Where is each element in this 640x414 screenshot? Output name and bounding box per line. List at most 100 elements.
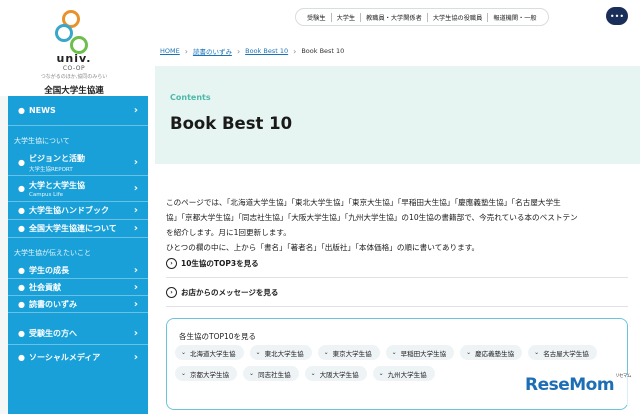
top3-link-label: 10生協のTOP3を見る xyxy=(181,259,259,268)
breadcrumb-home[interactable]: HOME xyxy=(160,47,180,55)
watermark-kana: リセマム xyxy=(615,374,632,379)
coop-tag[interactable]: ⌄ 同志社生協 xyxy=(243,366,299,381)
message-link[interactable]: › お店からのメッセージを見る xyxy=(166,287,278,298)
side-nav: ● NEWS › 大学生協について ● ビジョンと活動 大学生協REPORT ›… xyxy=(8,96,148,414)
watermark-text: ReseMom xyxy=(525,375,615,395)
coop-tag-label: 早稲田大学生協 xyxy=(400,349,447,358)
message-link-label: お店からのメッセージを見る xyxy=(181,288,279,297)
bullet-icon: ● xyxy=(18,265,25,275)
logo-sub: CO-OP xyxy=(62,65,86,72)
topnav-item-press[interactable]: 報道機関・一般 xyxy=(488,13,541,22)
bullet-icon: ● xyxy=(18,158,25,167)
sidebar-item-handbook[interactable]: ● 大学生協ハンドブック › xyxy=(8,202,148,220)
sidebar-item-campus[interactable]: ● 大学と大学生協 Campus Life › xyxy=(8,176,148,202)
breadcrumb-current: Book Best 10 xyxy=(301,47,345,55)
ranking-title: 各生協のTOP10を見る xyxy=(179,332,257,341)
sidebar-item-label: 学生の成長 xyxy=(28,265,69,275)
chevron-down-icon: ⌄ xyxy=(181,370,187,377)
sidebar-item-reading[interactable]: ● 読書のいずみ › xyxy=(8,296,148,313)
bullet-icon: ● xyxy=(18,224,25,233)
topnav-item-students[interactable]: 大学生 xyxy=(332,12,362,22)
divider xyxy=(166,306,628,307)
coop-tag-label: 大阪大学生協 xyxy=(319,370,359,379)
chevron-right-icon: › xyxy=(133,183,138,194)
logo-org-name: 全国大学生協連 xyxy=(44,86,104,96)
chevron-down-icon: ⌄ xyxy=(310,370,316,377)
sidebar-section-message: 大学生協が伝えたいこと xyxy=(14,249,91,257)
chevron-down-icon: ⌄ xyxy=(534,349,540,356)
chevron-right-icon: › xyxy=(133,205,138,216)
sidebar-item-news[interactable]: ● NEWS › xyxy=(8,96,148,126)
coop-tag-label: 九州大学生協 xyxy=(387,370,427,379)
topnav-item-applicants[interactable]: 受験生 xyxy=(302,12,332,22)
sidebar-item-social-media[interactable]: ● ソーシャルメディア › xyxy=(8,345,148,369)
breadcrumb-reading[interactable]: 読書のいずみ xyxy=(193,46,232,56)
arrow-right-circle-icon: › xyxy=(166,258,177,269)
coop-tag[interactable]: ⌄ 早稲田大学生協 xyxy=(385,345,455,360)
sidebar-item-label: 読書のいずみ xyxy=(28,299,77,309)
page-hero: Contents Book Best 10 xyxy=(155,66,640,164)
coop-tag[interactable]: ⌄ 九州大学生協 xyxy=(372,366,435,381)
sidebar-item-label: 社会貢献 xyxy=(28,282,61,292)
menu-button[interactable]: ••• xyxy=(606,7,628,25)
coop-tag[interactable]: ⌄ 名古屋大学生協 xyxy=(528,345,597,360)
logo-tagline: つながるのほか,協同のみらい xyxy=(40,74,108,80)
chevron-down-icon: ⌄ xyxy=(255,349,261,356)
sidebar-item-social[interactable]: ● 社会貢献 › xyxy=(8,279,148,296)
bullet-icon: ● xyxy=(18,282,25,292)
intro-line: このページでは、「北海道大学生協」「東北大学生協」「東京大生協」「早稲田大生協」… xyxy=(166,198,561,207)
top3-link[interactable]: › 10生協のTOP3を見る xyxy=(166,258,259,269)
sidebar-item-label: 全国大学生協連について xyxy=(28,224,117,233)
coop-tag[interactable]: ⌄ 大阪大学生協 xyxy=(304,366,367,381)
sidebar-item-label: 大学生協ハンドブック xyxy=(28,206,109,215)
chevron-right-icon: › xyxy=(133,105,138,116)
chevron-down-icon: ⌄ xyxy=(466,349,472,356)
chevron-right-icon: › xyxy=(184,46,188,56)
chevron-right-icon: › xyxy=(133,157,138,168)
chevron-down-icon: ⌄ xyxy=(378,370,384,377)
coop-tag-label: 名古屋大学生協 xyxy=(543,349,589,358)
sidebar-item-federation[interactable]: ● 全国大学生協連について › xyxy=(8,220,148,238)
page-title: Book Best 10 xyxy=(170,114,293,133)
sidebar-item-applicants[interactable]: ● 受験生の方へ › xyxy=(8,323,148,345)
coop-tag[interactable]: ⌄ 東京大学生協 xyxy=(317,345,380,360)
intro-line: 協」「京都大学生協」「同志社生協」「大阪大学生協」「九州大学生協」の10生協の書… xyxy=(166,213,578,222)
breadcrumb: HOME › 読書のいずみ › Book Best 10 › Book Best… xyxy=(160,46,345,57)
intro-line: を紹介します。月に1回更新します。 xyxy=(166,228,291,237)
sidebar-item-label: NEWS xyxy=(28,106,56,115)
coop-tag-label: 京都大学生協 xyxy=(190,370,230,379)
coop-tag[interactable]: ⌄ 京都大学生協 xyxy=(175,366,238,381)
coop-logo-icon xyxy=(52,10,96,56)
chevron-right-icon: › xyxy=(293,46,297,56)
hero-eyebrow: Contents xyxy=(170,93,211,102)
sidebar-item-vision[interactable]: ● ビジョンと活動 大学生協REPORT › xyxy=(8,150,148,176)
sidebar-item-growth[interactable]: ● 学生の成長 › xyxy=(8,262,148,279)
sidebar-item-sublabel: Campus Life xyxy=(28,191,64,198)
chevron-right-icon: › xyxy=(133,351,138,363)
topnav-item-faculty[interactable]: 教職員・大学関係者 xyxy=(361,12,428,22)
site-logo[interactable]: univ. CO-OP つながるのほか,協同のみらい 全国大学生協連 xyxy=(0,0,148,96)
chevron-right-icon: › xyxy=(133,281,138,293)
chevron-right-icon: › xyxy=(133,264,138,276)
chevron-right-icon: › xyxy=(236,46,241,56)
intro-line: ひとつの欄の中に、上から「書名」「著者名」「出版社」「本体価格」の順に書いてあり… xyxy=(166,243,480,252)
chevron-down-icon: ⌄ xyxy=(391,349,397,356)
breadcrumb-bookbest[interactable]: Book Best 10 xyxy=(245,47,288,55)
coop-tag-label: 東京大学生協 xyxy=(332,349,372,358)
bullet-icon: ● xyxy=(18,329,25,338)
coop-tag[interactable]: ⌄ 北海道大学生協 xyxy=(175,345,244,360)
chevron-right-icon: › xyxy=(133,223,138,234)
coop-tag[interactable]: ⌄ 東北大学生協 xyxy=(249,345,312,360)
coop-tag-label: 東北大学生協 xyxy=(264,349,304,358)
audience-nav: 受験生 大学生 教職員・大学関係者 大学生協の役職員 報道機関・一般 xyxy=(295,8,549,26)
coop-tag-label: 同志社生協 xyxy=(258,370,291,379)
topnav-item-staff[interactable]: 大学生協の役職員 xyxy=(428,12,489,22)
chevron-down-icon: ⌄ xyxy=(323,349,329,356)
coop-tag-label: 慶応義塾生協 xyxy=(475,349,515,358)
chevron-down-icon: ⌄ xyxy=(181,349,187,356)
sidebar-item-sublabel: 大学生協REPORT xyxy=(28,166,73,173)
arrow-right-circle-icon: › xyxy=(166,287,177,298)
sidebar: univ. CO-OP つながるのほか,協同のみらい 全国大学生協連 ● NEW… xyxy=(0,0,148,414)
coop-tag[interactable]: ⌄ 慶応義塾生協 xyxy=(460,345,523,360)
coop-tag-label: 北海道大学生協 xyxy=(190,349,236,358)
